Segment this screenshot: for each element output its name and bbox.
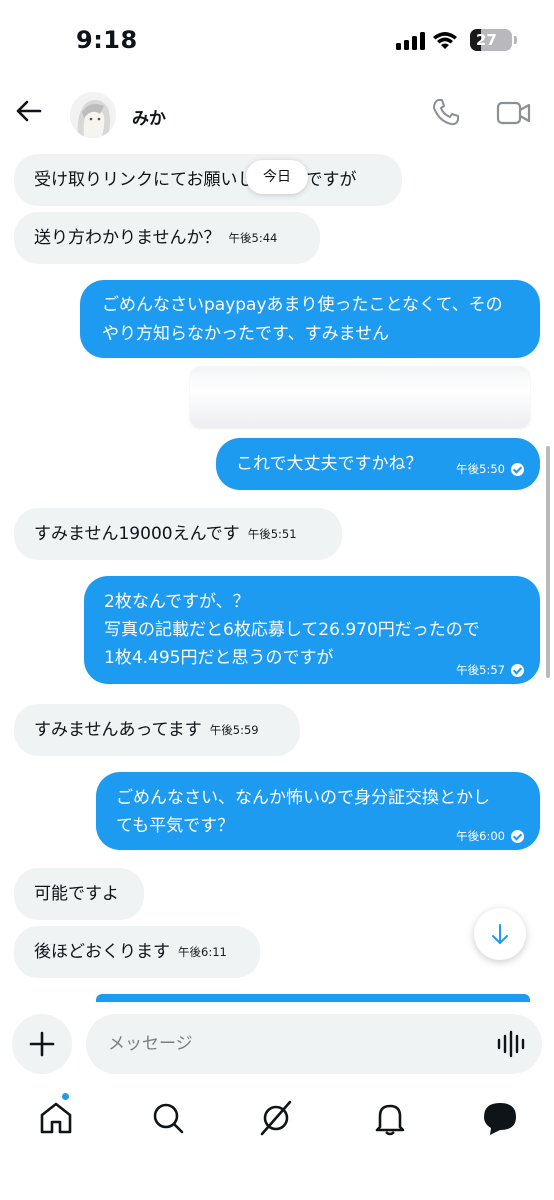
message-text: 可能ですよ	[34, 884, 119, 904]
partial-outgoing-message[interactable]	[96, 994, 530, 1002]
messages-icon[interactable]	[480, 1098, 520, 1138]
contact-name[interactable]: みか	[132, 104, 166, 129]
message-composer	[0, 1002, 554, 1084]
message-text: 受け取りリンクにてお願いしたいのですが	[34, 170, 357, 190]
read-check-icon	[511, 663, 524, 677]
read-check-icon	[511, 462, 524, 476]
message-timestamp: 午後5:51	[247, 527, 297, 541]
grok-icon[interactable]	[256, 1098, 296, 1138]
message-text: すみませんあってます	[34, 720, 202, 740]
back-arrow-icon[interactable]	[12, 94, 46, 128]
message-timestamp: 午後5:50	[456, 462, 505, 476]
incoming-message[interactable]: 受け取りリンクにてお願いしたいのですが	[14, 154, 402, 206]
read-check-icon	[511, 829, 524, 843]
bell-icon[interactable]	[370, 1098, 410, 1138]
message-input[interactable]	[86, 1014, 542, 1074]
message-text: これで大丈夫ですかね？	[236, 454, 423, 474]
chat-header: みか	[0, 82, 554, 146]
bottom-navigation	[0, 1084, 554, 1200]
message-timestamp: 午後5:59	[209, 723, 259, 737]
arrow-down-icon	[492, 924, 508, 944]
outgoing-message[interactable]: これで大丈夫ですかね？ 午後5:50	[216, 438, 540, 490]
message-timestamp: 午後5:57	[456, 663, 505, 677]
notification-dot	[61, 1092, 70, 1101]
message-text: ごめんなさいpaypayあまり使ったことなくて、そのやり方知らなかったです、すみ…	[102, 295, 503, 344]
incoming-message[interactable]: 可能ですよ	[14, 868, 144, 920]
message-timestamp: 午後5:44	[228, 231, 278, 245]
status-time: 9:18	[76, 26, 138, 54]
battery-level: 27	[476, 31, 497, 49]
message-text-line: 2枚なんですが、？	[104, 592, 250, 612]
message-text: 後ほどおくります	[34, 942, 170, 962]
avatar[interactable]	[70, 92, 116, 138]
incoming-message[interactable]: 送り方わかりませんか？ 午後5:44	[14, 212, 320, 264]
incoming-message[interactable]: すみません19000えんです 午後5:51	[14, 508, 342, 560]
wifi-icon	[433, 32, 457, 49]
plus-icon	[29, 1031, 55, 1057]
status-bar: 9:18 27	[0, 0, 554, 80]
incoming-message[interactable]: 後ほどおくります 午後6:11	[14, 926, 260, 978]
battery-indicator: 27	[470, 29, 512, 51]
outgoing-message[interactable]: ごめんなさい、なんか怖いので身分証交換とかし ても平気です？ 午後6:00	[96, 772, 540, 850]
add-attachment-button[interactable]	[12, 1014, 72, 1074]
video-icon[interactable]	[496, 98, 532, 128]
message-text: 送り方わかりませんか？	[34, 228, 221, 248]
search-icon[interactable]	[148, 1098, 188, 1138]
message-timestamp: 午後6:00	[456, 829, 505, 843]
home-icon[interactable]	[36, 1098, 76, 1138]
cellular-signal-icon	[396, 32, 426, 50]
incoming-message[interactable]: すみませんあってます 午後5:59	[14, 704, 300, 756]
date-divider: 今日	[246, 160, 308, 194]
message-text-line: 写真の記載だと6枚応募して26.970円だったので	[104, 620, 480, 640]
outgoing-message[interactable]: ごめんなさいpaypayあまり使ったことなくて、そのやり方知らなかったです、すみ…	[80, 280, 540, 358]
waveform-icon[interactable]	[496, 1030, 526, 1058]
message-timestamp: 午後6:11	[178, 945, 227, 959]
scroll-to-bottom-button[interactable]	[474, 908, 526, 960]
battery-cap	[514, 36, 517, 44]
outgoing-message[interactable]: 2枚なんですが、？ 写真の記載だと6枚応募して26.970円だったので 1枚4.…	[84, 576, 540, 684]
phone-icon[interactable]	[430, 96, 462, 128]
message-text-line: ごめんなさい、なんか怖いので身分証交換とかし	[116, 788, 490, 808]
image-attachment[interactable]	[190, 366, 530, 428]
message-text: すみません19000えんです	[34, 524, 240, 544]
scrollbar[interactable]	[546, 446, 550, 678]
